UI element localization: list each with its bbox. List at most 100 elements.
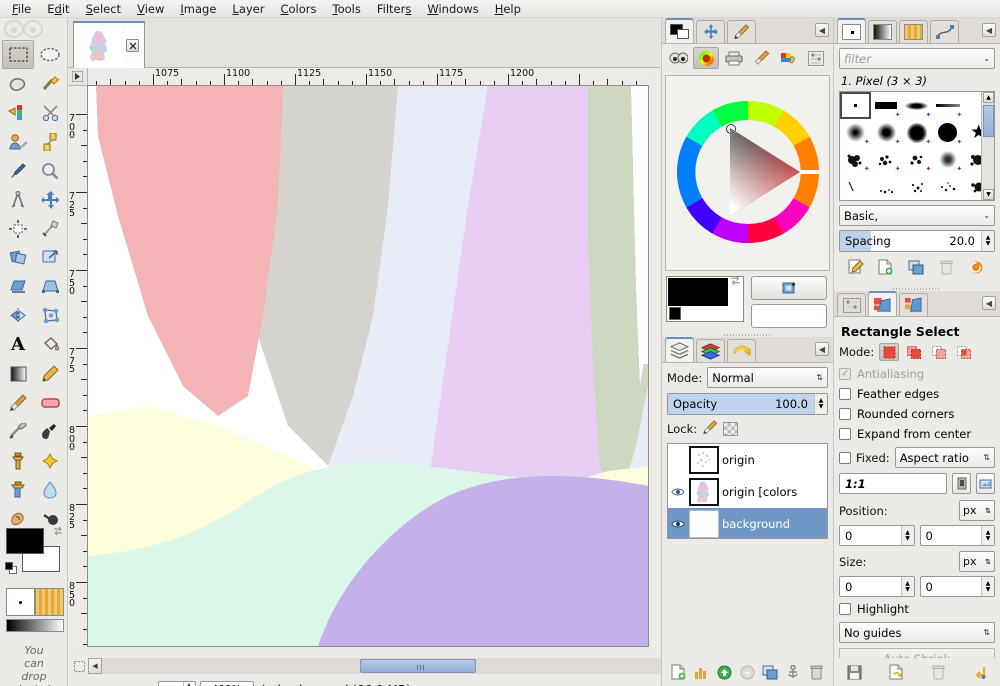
size-unit-select[interactable]: px ⇅ bbox=[959, 551, 995, 572]
unit-spinner[interactable]: ▲▼ bbox=[182, 681, 195, 686]
menu-colors[interactable]: Colors bbox=[272, 1, 324, 17]
brush-grid-scrollbar[interactable]: ▲ ▼ bbox=[981, 92, 994, 200]
brush-item[interactable]: ✦ bbox=[840, 146, 871, 173]
aspect-ratio-input[interactable]: 1:1 bbox=[839, 473, 947, 494]
brush-item[interactable]: ✦ bbox=[932, 119, 963, 146]
chevron-down-icon[interactable]: ⌄ bbox=[983, 211, 990, 220]
reset-tool-options-button[interactable] bbox=[966, 661, 994, 683]
tool-free-select[interactable] bbox=[2, 69, 34, 98]
tool-blend-gradient[interactable] bbox=[2, 359, 34, 388]
menu-layer[interactable]: Layer bbox=[224, 1, 272, 17]
tab-brushes[interactable] bbox=[837, 18, 866, 43]
size-height-input[interactable]: 0 ▲ ▼ bbox=[919, 576, 995, 597]
brush-item[interactable] bbox=[840, 173, 871, 200]
quickmask-toggle-button[interactable] bbox=[70, 658, 88, 674]
delete-brush-button[interactable] bbox=[932, 256, 960, 278]
position-y-spinner[interactable]: ▲ ▼ bbox=[981, 526, 994, 545]
guides-combo[interactable]: No guides ⇅ bbox=[839, 622, 995, 643]
tool-flip[interactable] bbox=[2, 301, 34, 330]
refresh-brushes-button[interactable] bbox=[962, 256, 990, 278]
new-layer-button[interactable] bbox=[667, 661, 689, 683]
tool-shear[interactable] bbox=[2, 272, 34, 301]
feather-edges-checkbox[interactable]: Feather edges bbox=[839, 387, 995, 401]
image-tab[interactable] bbox=[73, 21, 145, 68]
landscape-orientation-button[interactable] bbox=[976, 473, 995, 494]
size-width-spinner[interactable]: ▲ ▼ bbox=[900, 577, 914, 596]
brush-item[interactable] bbox=[932, 173, 963, 200]
layer-visibility-toggle[interactable] bbox=[670, 487, 686, 497]
antialiasing-checkbox[interactable]: ✓ Antialiasing bbox=[839, 367, 995, 381]
active-brush-indicator[interactable] bbox=[6, 588, 35, 616]
fixed-checkbox[interactable] bbox=[839, 451, 851, 464]
tab-gradients[interactable] bbox=[899, 20, 928, 43]
tool-options-dock-menu-button[interactable]: ◀ bbox=[982, 296, 996, 310]
tool-alignment[interactable] bbox=[2, 214, 34, 243]
color-gimp-icon[interactable] bbox=[666, 47, 691, 69]
ruler-origin-button[interactable] bbox=[68, 68, 88, 86]
horizontal-ruler[interactable]: 1075 1100 1125 1150 1175 1200 bbox=[88, 68, 648, 86]
tab-device-status[interactable] bbox=[727, 20, 756, 43]
brush-filter-box[interactable]: filter ⌄ bbox=[839, 48, 995, 69]
restore-tool-options-button[interactable] bbox=[883, 661, 911, 683]
highlight-checkbox[interactable]: Highlight bbox=[839, 602, 995, 616]
brush-item[interactable]: ✦ bbox=[932, 146, 963, 173]
tool-paintbrush[interactable] bbox=[2, 388, 34, 417]
layer-opacity-slider[interactable]: Opacity 100.0 ▲ ▼ bbox=[667, 393, 828, 415]
menu-file[interactable]: File bbox=[4, 1, 39, 17]
tab-patterns[interactable] bbox=[868, 20, 897, 43]
tool-rotate[interactable] bbox=[2, 243, 34, 272]
menu-view[interactable]: View bbox=[129, 1, 172, 17]
menu-filters[interactable]: Filters bbox=[369, 1, 419, 17]
color-palette-button[interactable] bbox=[776, 47, 801, 69]
tab-paths[interactable] bbox=[930, 20, 959, 43]
color-pick-from-screen-button[interactable] bbox=[751, 276, 827, 300]
mode-replace-button[interactable] bbox=[879, 343, 900, 361]
new-layer-group-button[interactable] bbox=[690, 661, 712, 683]
brush-item[interactable] bbox=[902, 173, 933, 200]
tool-crop[interactable] bbox=[34, 214, 66, 243]
canvas[interactable] bbox=[88, 86, 648, 646]
layers-dock-menu-button[interactable]: ◀ bbox=[815, 342, 829, 356]
layer-visibility-toggle[interactable] bbox=[670, 519, 686, 529]
mode-add-button[interactable] bbox=[904, 343, 924, 361]
menu-help[interactable]: Help bbox=[487, 1, 529, 17]
brush-filter-input[interactable]: filter bbox=[844, 52, 871, 66]
tool-perspective-clone[interactable] bbox=[2, 475, 34, 504]
color-html-notation-field[interactable] bbox=[751, 304, 827, 328]
fixed-combo[interactable]: Aspect ratio ⇅ bbox=[894, 447, 995, 468]
zoom-entry[interactable]: 400% bbox=[199, 680, 254, 686]
dock-reset-colors-icon[interactable] bbox=[669, 307, 681, 320]
tool-color-picker[interactable] bbox=[2, 156, 34, 185]
brush-item[interactable]: ✦ bbox=[932, 92, 963, 119]
portrait-orientation-button[interactable] bbox=[952, 473, 971, 494]
color-wheel-panel[interactable] bbox=[665, 75, 830, 271]
layer-mode-combo[interactable]: Normal ⇅ bbox=[707, 367, 828, 388]
tool-ellipse-select[interactable] bbox=[34, 40, 66, 69]
reset-colors-icon[interactable] bbox=[5, 562, 18, 575]
mode-intersect-button[interactable] bbox=[954, 343, 974, 361]
tool-foreground-select[interactable] bbox=[2, 127, 34, 156]
tool-scale[interactable] bbox=[34, 243, 66, 272]
new-brush-button[interactable] bbox=[872, 256, 900, 278]
delete-layer-button[interactable] bbox=[805, 661, 827, 683]
brush-spacing-spinner[interactable]: ▲ ▼ bbox=[981, 231, 994, 251]
mode-subtract-button[interactable] bbox=[929, 343, 949, 361]
color-scales-button[interactable] bbox=[804, 47, 829, 69]
tool-clone[interactable] bbox=[2, 446, 34, 475]
brush-item[interactable]: ✦ bbox=[902, 119, 933, 146]
brush-item[interactable]: ✦ bbox=[902, 146, 933, 173]
brushes-dock-menu-button[interactable]: ◀ bbox=[982, 23, 996, 37]
anchor-layer-button[interactable] bbox=[782, 661, 804, 683]
menu-edit[interactable]: Edit bbox=[39, 1, 77, 17]
position-unit-select[interactable]: px ⇅ bbox=[959, 500, 995, 521]
brush-tag-combo[interactable]: Basic, ⌄ bbox=[839, 205, 995, 226]
tab-device-status-2[interactable] bbox=[837, 293, 866, 316]
tool-perspective[interactable] bbox=[34, 272, 66, 301]
image-tab-close-button[interactable] bbox=[126, 39, 139, 52]
brush-item[interactable]: ✦ bbox=[871, 92, 902, 119]
delete-tool-options-button[interactable] bbox=[924, 661, 952, 683]
tool-bucket-fill[interactable] bbox=[34, 330, 66, 359]
color-wheel-button[interactable] bbox=[693, 47, 720, 69]
tab-channels[interactable] bbox=[696, 339, 725, 362]
table-row[interactable]: origin [colors bbox=[668, 476, 827, 508]
